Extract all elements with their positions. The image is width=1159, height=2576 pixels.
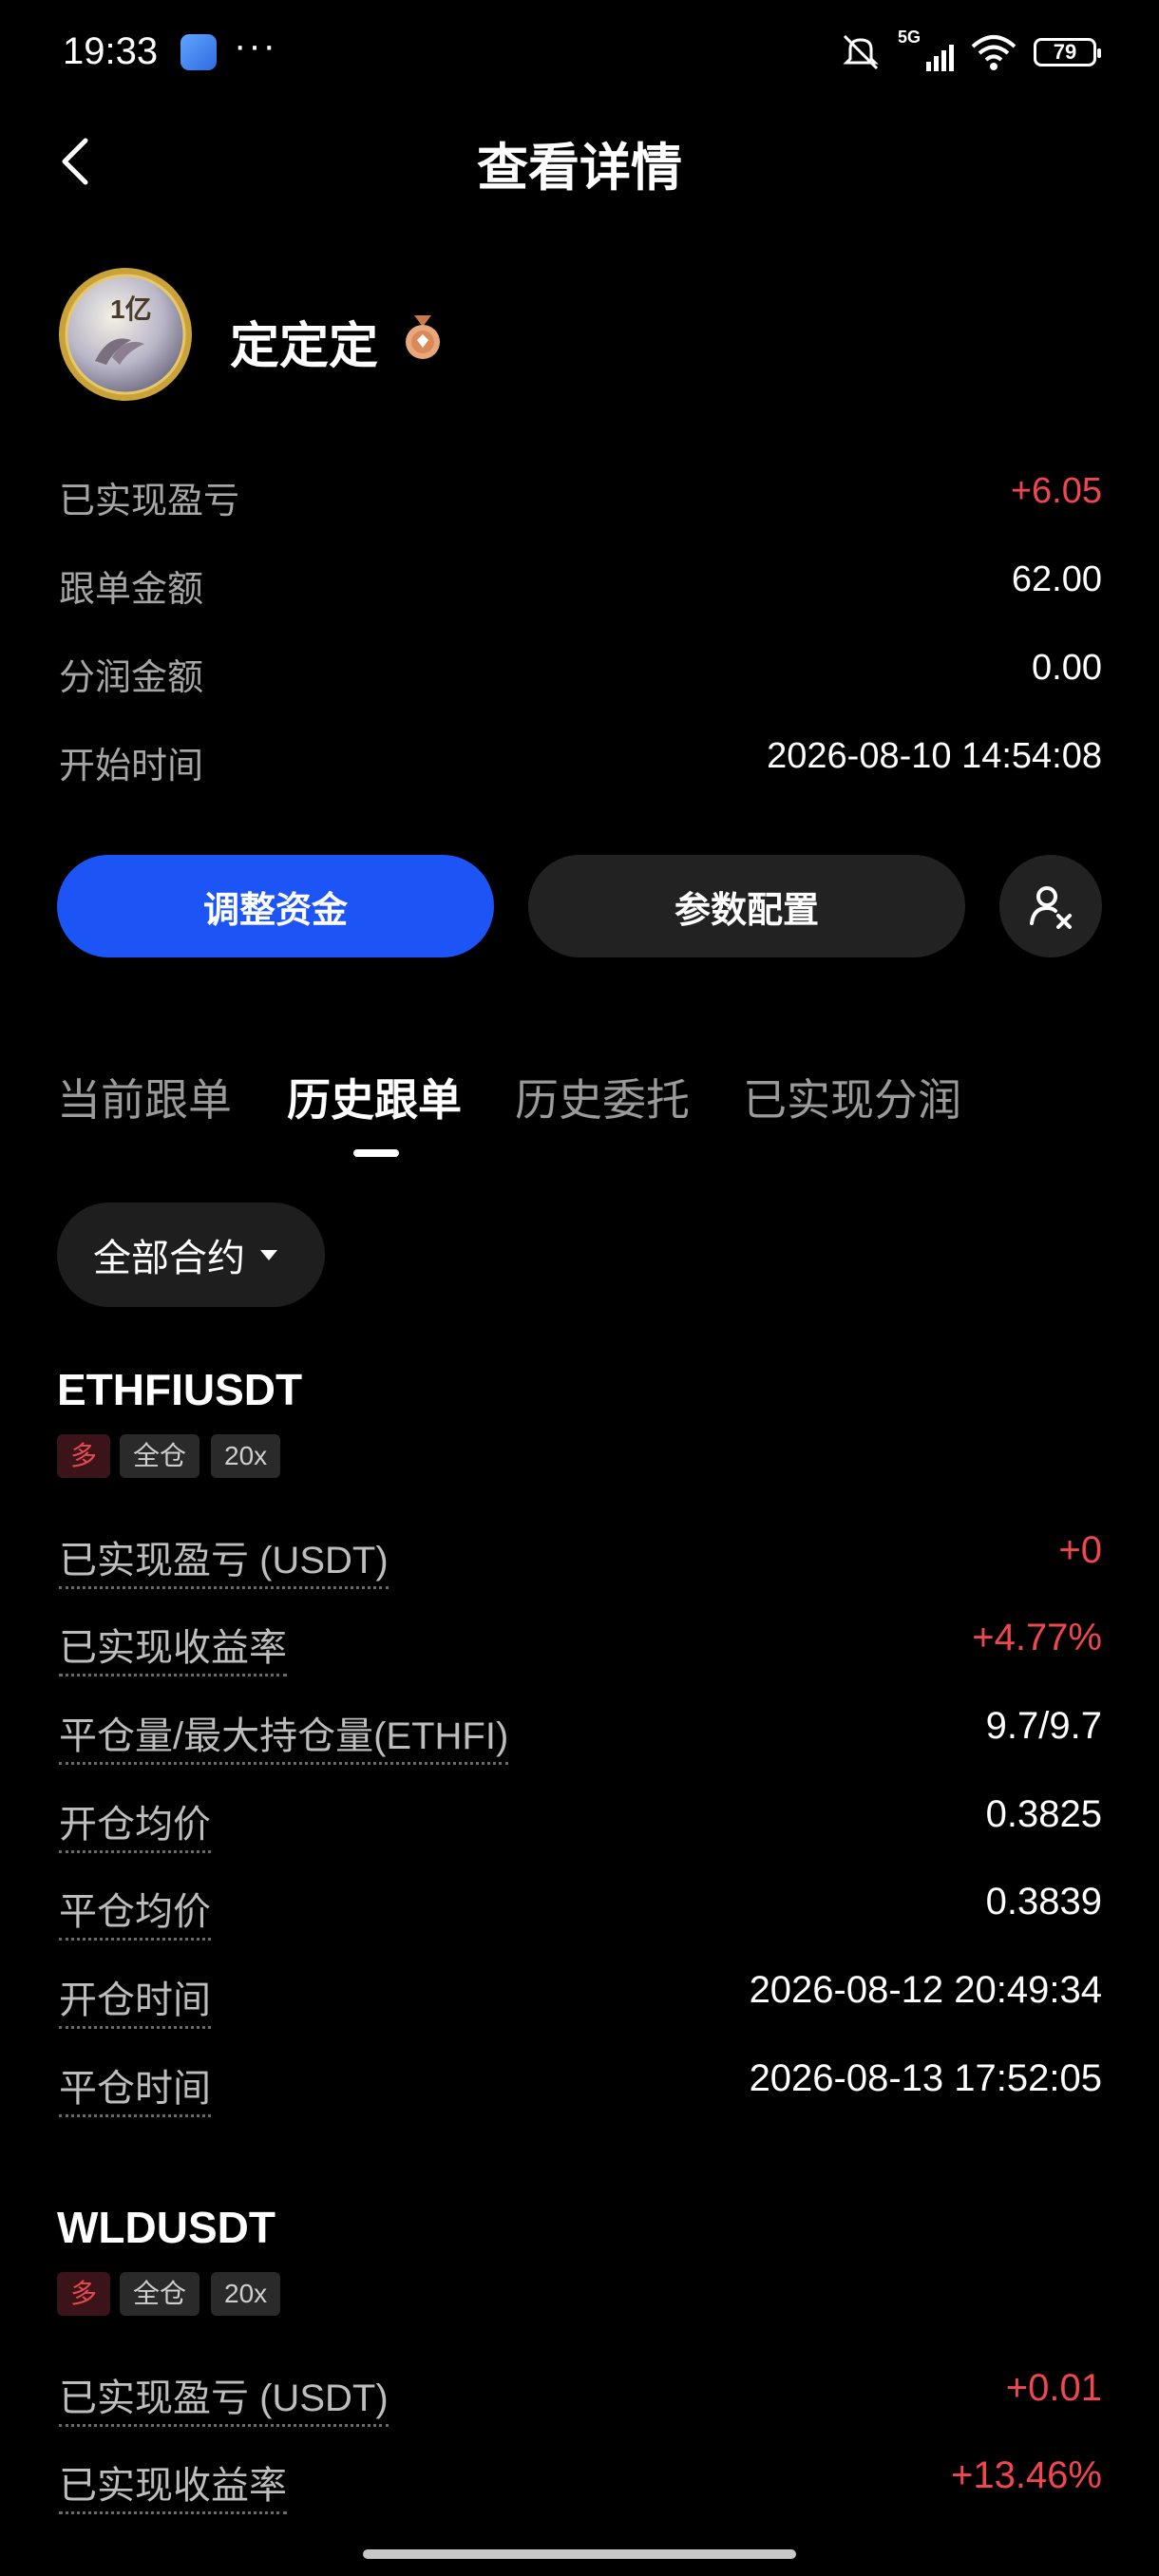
stop-copy-button[interactable] (999, 855, 1102, 957)
realized-return-label[interactable]: 已实现收益率 (59, 2454, 287, 2514)
realized-return-label[interactable]: 已实现收益率 (59, 1617, 287, 1676)
order-symbol: WLDUSDT (57, 2203, 276, 2252)
open-avg-price-label[interactable]: 开仓均价 (59, 1793, 211, 1853)
battery-icon: 79 (1034, 38, 1101, 66)
order-symbol: ETHFIUSDT (57, 1365, 303, 1414)
realized-pnl-usdt-label[interactable]: 已实现盈亏 (USDT) (59, 2367, 389, 2427)
margin-mode-tag: 全仓 (120, 2272, 200, 2316)
profit-share-value: 0.00 (1032, 648, 1102, 688)
close-avg-price-label[interactable]: 平仓均价 (59, 1881, 211, 1941)
tab-realized-profit-share[interactable]: 已实现分润 (743, 1066, 961, 1128)
app-notification-icon (180, 34, 217, 70)
close-max-position-label[interactable]: 平仓量/最大持仓量(ETHFI) (59, 1705, 509, 1765)
realized-pnl-usdt-label[interactable]: 已实现盈亏 (USDT) (59, 1529, 389, 1589)
open-time-label[interactable]: 开仓时间 (59, 1969, 211, 2029)
signal-icon: 5G (898, 28, 954, 71)
realized-pnl-usdt-value: +0.01 (1005, 2367, 1102, 2409)
home-indicator[interactable] (363, 2549, 796, 2559)
tab-history-orders[interactable]: 历史委托 (515, 1066, 690, 1128)
margin-mode-tag: 全仓 (120, 1434, 200, 1478)
active-tab-indicator (353, 1149, 399, 1157)
realized-return-value: +4.77% (972, 1617, 1102, 1658)
status-indicators: 5G 79 (839, 28, 1101, 76)
network-type: 5G (898, 28, 922, 47)
coin-avatar-icon (59, 268, 192, 401)
username: 定定定 (230, 319, 379, 374)
user-remove-icon (1030, 886, 1072, 929)
param-config-button[interactable]: 参数配置 (528, 855, 965, 957)
contract-filter-dropdown[interactable]: 全部合约 (57, 1203, 325, 1307)
close-time-label[interactable]: 平仓时间 (59, 2057, 211, 2117)
more-notifications-icon: ··· (234, 25, 277, 66)
start-time-value: 2026-08-10 14:54:08 (767, 736, 1102, 776)
open-time-value: 2026-08-12 20:49:34 (749, 1969, 1102, 2011)
tab-current-copy[interactable]: 当前跟单 (57, 1066, 232, 1128)
copy-amount-value: 62.00 (1011, 559, 1102, 599)
adjust-funds-button[interactable]: 调整资金 (57, 855, 494, 957)
profit-share-label: 分润金额 (59, 658, 204, 698)
caret-down-icon (260, 1249, 277, 1260)
open-avg-price-value: 0.3825 (985, 1793, 1102, 1835)
tab-history-copy[interactable]: 历史跟单 (287, 1066, 462, 1128)
close-time-value: 2026-08-13 17:52:05 (749, 2057, 1102, 2099)
medal-badge-icon (406, 315, 440, 359)
close-avg-price-value: 0.3839 (985, 1881, 1102, 1923)
page-title: 查看详情 (477, 140, 682, 197)
realized-return-value: +13.46% (950, 2454, 1102, 2496)
mute-icon (843, 34, 879, 70)
realized-pnl-label: 已实现盈亏 (59, 482, 240, 521)
wifi-icon (971, 35, 1016, 70)
status-time: 19:33 (63, 30, 159, 72)
copy-amount-label: 跟单金额 (59, 570, 204, 610)
side-tag: 多 (57, 1434, 111, 1478)
contract-filter-label: 全部合约 (93, 1238, 245, 1279)
close-max-position-value: 9.7/9.7 (985, 1705, 1102, 1747)
avatar[interactable]: 1亿 (57, 266, 194, 403)
realized-pnl-usdt-value: +0 (1058, 1529, 1102, 1571)
leverage-tag: 20x (211, 2272, 281, 2316)
leverage-tag: 20x (211, 1434, 281, 1478)
avatar-text: 1亿 (110, 294, 152, 324)
side-tag: 多 (57, 2272, 111, 2316)
start-time-label: 开始时间 (59, 747, 204, 786)
realized-pnl-value: +6.05 (1010, 471, 1102, 511)
